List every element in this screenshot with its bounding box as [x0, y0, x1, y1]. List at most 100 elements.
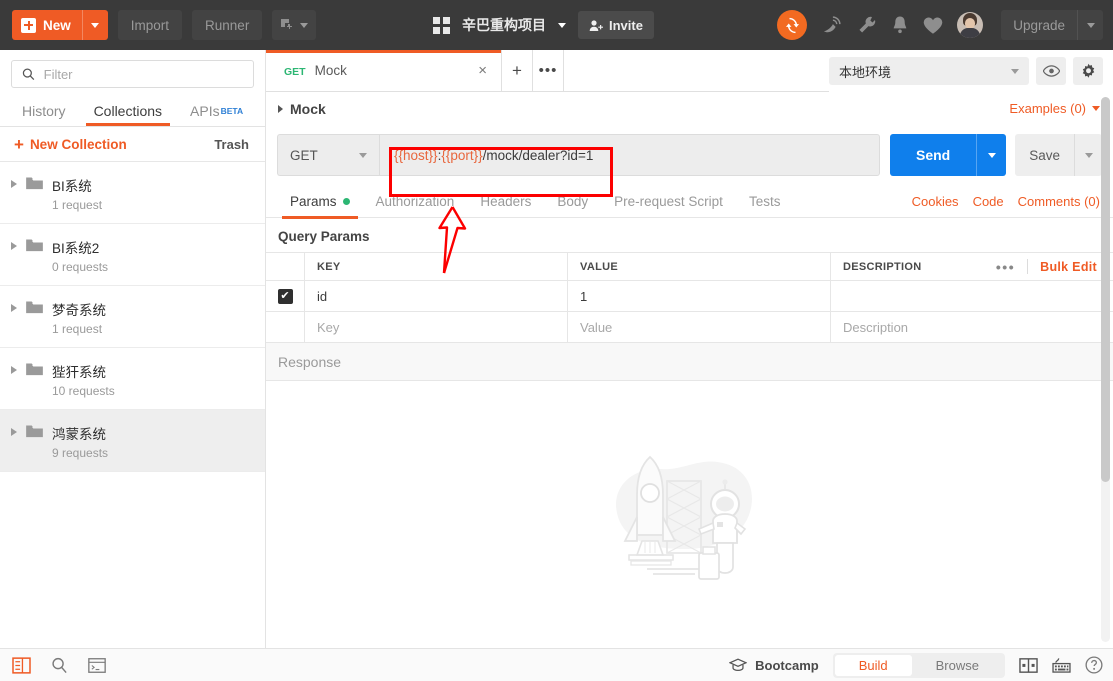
upgrade-dropdown-button[interactable]: [1077, 10, 1103, 40]
sidebar: History Collections APIsBETA + New Colle…: [0, 50, 266, 648]
new-dropdown-button[interactable]: [81, 10, 108, 40]
import-button[interactable]: Import: [117, 10, 183, 40]
send-dropdown-button[interactable]: [976, 134, 1006, 176]
examples-dropdown[interactable]: Examples (0): [1009, 101, 1100, 116]
collection-actions: + New Collection Trash: [0, 127, 265, 162]
chevron-down-icon: [987, 152, 996, 158]
tab-body[interactable]: Body: [544, 186, 601, 218]
cookies-link[interactable]: Cookies: [912, 194, 959, 209]
row-value[interactable]: 1: [568, 281, 831, 311]
placeholder-key[interactable]: Key: [305, 312, 568, 342]
top-toolbar-left: New Import Runner: [0, 10, 317, 40]
search-input[interactable]: [43, 66, 243, 82]
toggle-browse[interactable]: Browse: [912, 655, 1003, 676]
chevron-right-icon[interactable]: [11, 428, 17, 436]
tab-history[interactable]: History: [8, 96, 80, 126]
chevron-down-icon: [91, 22, 100, 28]
tab-params[interactable]: Params: [277, 186, 363, 219]
request-tab-mock[interactable]: GET Mock ×: [266, 50, 502, 91]
tab-apis[interactable]: APIs BETA: [176, 96, 257, 126]
collection-request-count: 0 requests: [52, 260, 109, 274]
collection-item-4[interactable]: 鸿蒙系统 9 requests: [0, 410, 265, 472]
placeholder-description[interactable]: Description: [831, 312, 1113, 342]
send-button-group[interactable]: Send: [889, 134, 1007, 176]
avatar[interactable]: [957, 12, 984, 38]
chevron-right-icon[interactable]: [11, 366, 17, 374]
keyboard-shortcuts-icon[interactable]: [1052, 657, 1071, 673]
invite-button[interactable]: Invite: [578, 11, 654, 39]
main-scrollbar[interactable]: [1101, 97, 1110, 642]
new-collection-button[interactable]: + New Collection: [14, 136, 127, 153]
new-button[interactable]: New: [12, 10, 82, 40]
trash-label: Trash: [214, 136, 249, 152]
row-description[interactable]: [831, 281, 1113, 311]
new-button-group[interactable]: New: [12, 10, 108, 40]
environment-settings-button[interactable]: [1073, 57, 1103, 85]
table-row-placeholder[interactable]: Key Value Description: [266, 312, 1113, 343]
method-label: GET: [290, 147, 318, 163]
tab-headers[interactable]: Headers: [467, 186, 544, 218]
tab-pre-request-script[interactable]: Pre-request Script: [601, 186, 736, 218]
collection-item-0[interactable]: BI系统 1 request: [0, 162, 265, 224]
row-key[interactable]: id: [305, 281, 568, 311]
comments-link[interactable]: Comments (0): [1018, 194, 1100, 209]
tab-options-button[interactable]: •••: [533, 50, 564, 91]
sync-button[interactable]: [777, 10, 808, 40]
chevron-right-icon[interactable]: [11, 242, 17, 250]
collection-item-3[interactable]: 狴犴系统 10 requests: [0, 348, 265, 410]
runner-button[interactable]: Runner: [192, 10, 263, 40]
tab-collections[interactable]: Collections: [80, 96, 176, 126]
heart-icon[interactable]: [923, 16, 943, 35]
help-circle-icon[interactable]: [1085, 656, 1103, 674]
filter-box[interactable]: [11, 60, 254, 88]
environment-quick-look-button[interactable]: [1036, 57, 1066, 85]
chevron-right-icon[interactable]: [11, 180, 17, 188]
collection-item-2[interactable]: 梦奇系统 1 request: [0, 286, 265, 348]
code-link[interactable]: Code: [973, 194, 1004, 209]
placeholder-value[interactable]: Value: [568, 312, 831, 342]
collection-name: 鸿蒙系统: [52, 427, 106, 442]
collection-item-1[interactable]: BI系统2 0 requests: [0, 224, 265, 286]
workspace-name[interactable]: 辛巴重构项目: [462, 15, 546, 35]
chevron-down-icon: [1011, 68, 1019, 74]
collection-request-count: 10 requests: [52, 384, 115, 398]
row-checkbox-cell: ✔: [266, 281, 305, 311]
environment-select[interactable]: 本地环境: [829, 57, 1029, 85]
bootcamp-button[interactable]: Bootcamp: [729, 658, 819, 673]
chevron-down-icon[interactable]: [558, 22, 566, 28]
breadcrumb[interactable]: Mock: [278, 101, 326, 117]
chevron-right-icon[interactable]: [11, 304, 17, 312]
tab-tests[interactable]: Tests: [736, 186, 794, 218]
scrollbar-thumb[interactable]: [1101, 97, 1110, 482]
trash-button[interactable]: Trash: [214, 137, 249, 152]
wrench-icon[interactable]: [857, 15, 877, 35]
more-icon[interactable]: •••: [996, 259, 1015, 275]
upgrade-button-group[interactable]: Upgrade: [1001, 10, 1103, 40]
plus-icon: [21, 17, 36, 33]
save-button-group[interactable]: Save: [1015, 134, 1102, 176]
send-button[interactable]: Send: [890, 134, 976, 176]
tab-authorization[interactable]: Authorization: [363, 186, 468, 218]
two-pane-layout-icon[interactable]: [1019, 657, 1038, 673]
open-new-window-button[interactable]: [272, 10, 317, 40]
bulk-edit-button[interactable]: Bulk Edit: [1040, 260, 1097, 274]
satellite-antenna-icon[interactable]: [821, 15, 843, 35]
apps-grid-icon[interactable]: [433, 16, 450, 34]
close-icon[interactable]: ×: [478, 63, 487, 78]
toggle-build[interactable]: Build: [834, 654, 912, 676]
sidebar-tabs: History Collections APIs BETA: [0, 96, 265, 127]
new-tab-button[interactable]: +: [502, 50, 533, 91]
url-input[interactable]: {{host}}:{{port}}/mock/dealer?id=1: [379, 134, 880, 176]
sidebar-toggle-icon[interactable]: [12, 656, 31, 674]
collection-request-count: 1 request: [52, 198, 103, 212]
console-icon[interactable]: [88, 657, 106, 673]
folder-icon: [26, 425, 43, 438]
save-dropdown-button[interactable]: [1074, 134, 1102, 176]
table-row[interactable]: ✔ id 1: [266, 281, 1113, 312]
row-checkbox[interactable]: ✔: [277, 288, 293, 304]
save-button[interactable]: Save: [1015, 134, 1074, 176]
method-select[interactable]: GET: [277, 134, 379, 176]
bell-icon[interactable]: [891, 15, 909, 35]
plus-icon: +: [14, 134, 24, 154]
search-icon[interactable]: [51, 657, 68, 674]
